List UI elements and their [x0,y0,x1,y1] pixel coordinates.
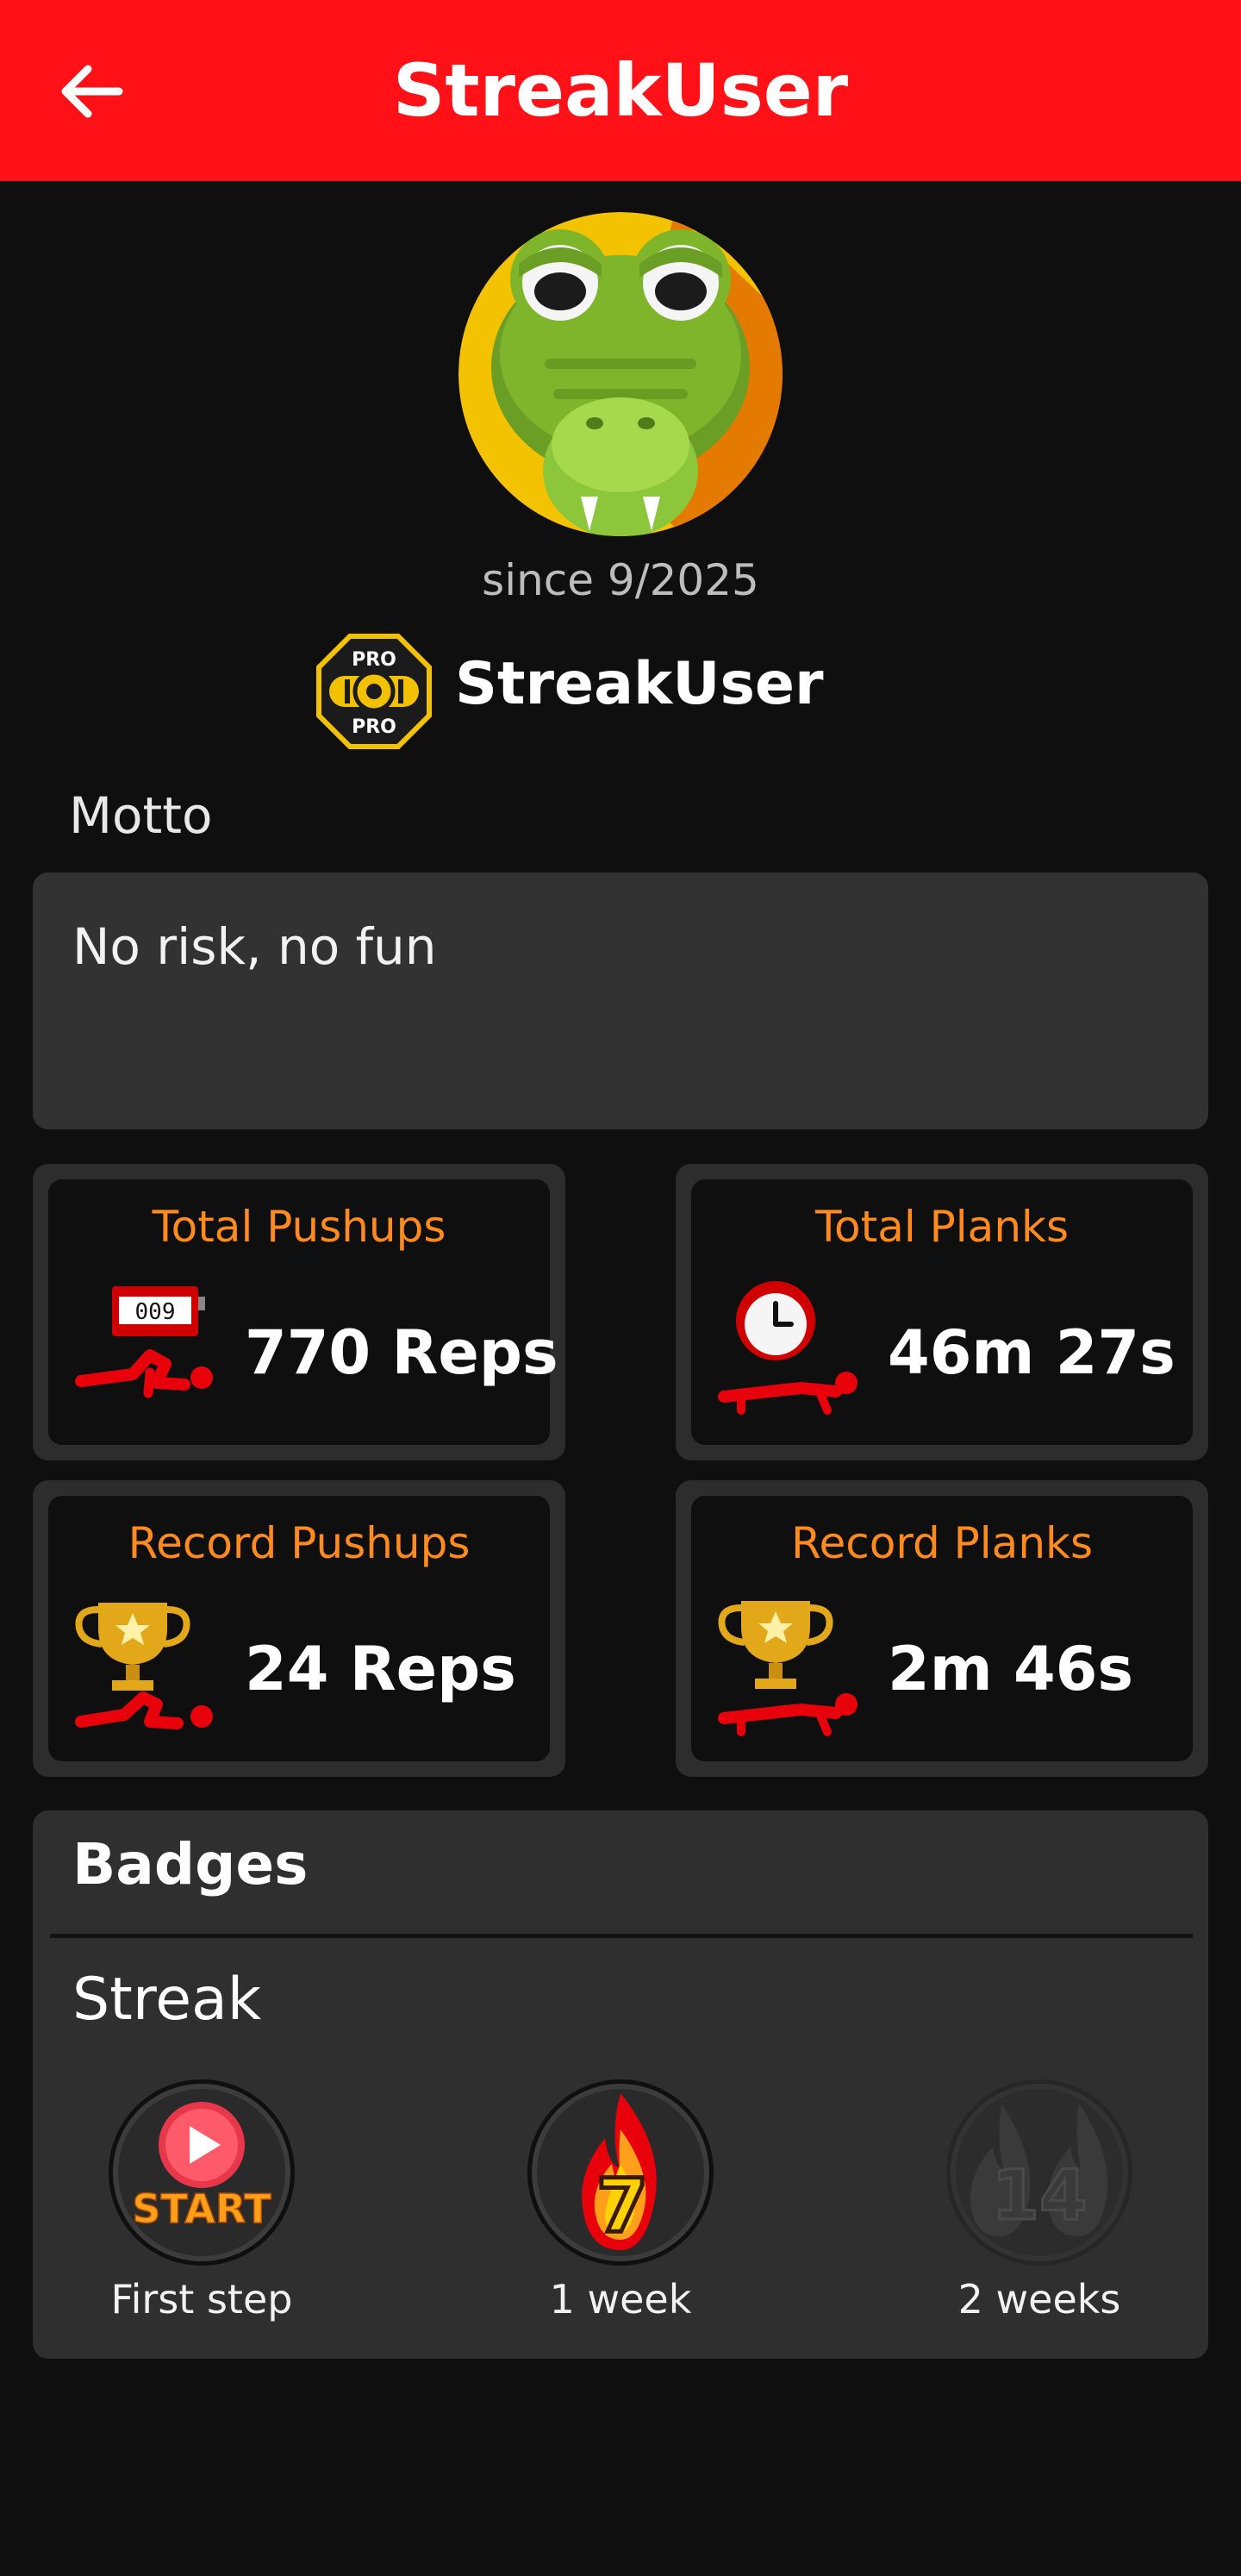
pushup-trophy-icon [75,1603,213,1729]
stat-value: 24 Reps [245,1634,516,1704]
streak-section-title: Streak [72,1966,262,2034]
svg-text:14: 14 [991,2155,1087,2235]
username: StreakUser [455,650,824,718]
stat-title: Total Pushups [152,1202,446,1252]
svg-text:7: 7 [596,2163,648,2249]
stat-value: 770 Reps [245,1317,558,1388]
start-badge-icon[interactable]: START [107,2078,296,2267]
svg-text:009: 009 [135,1299,176,1325]
stat-card-total-pushups: Total Pushups 009 770 Reps [33,1164,565,1460]
svg-text:PRO: PRO [352,649,396,671]
stat-title: Record Planks [790,1518,1094,1568]
stat-card-record-planks: Record Planks 2m 46s [676,1480,1208,1777]
stat-title: Total Planks [814,1202,1070,1252]
plank-clock-icon [718,1281,857,1415]
plank-trophy-icon [718,1601,857,1736]
badges-title: Badges [72,1831,309,1898]
member-since-text: since 9/2025 [482,555,759,605]
top-app-bar: StreakUser [0,0,1241,181]
svg-text:PRO: PRO [352,716,396,738]
motto-text: No risk, no fun [72,917,437,976]
stat-value: 46m 27s [888,1317,1176,1388]
divider [50,1934,1193,1938]
svg-text:START: START [132,2185,271,2232]
pushup-counter-icon: 009 [75,1286,213,1398]
stat-card-total-planks: Total Planks 46m 27s [676,1164,1208,1460]
badge-label: 2 weeks [957,2276,1121,2323]
motto-label: Motto [69,786,213,845]
flame-7-badge-icon[interactable]: 7 [526,2078,715,2267]
badge-label: 1 week [549,2276,692,2323]
stat-title: Record Pushups [128,1518,471,1568]
motto-field[interactable] [33,872,1208,1129]
stat-card-record-pushups: Record Pushups 24 Reps [33,1480,565,1777]
flame-14-badge-icon[interactable]: 14 [945,2078,1134,2267]
page-title: StreakUser [392,48,849,133]
badge-label: First step [110,2276,293,2323]
crocodile-avatar-icon[interactable] [458,212,783,536]
pro-badge-icon: PRO PRO [316,634,432,749]
stat-value: 2m 46s [888,1634,1134,1704]
